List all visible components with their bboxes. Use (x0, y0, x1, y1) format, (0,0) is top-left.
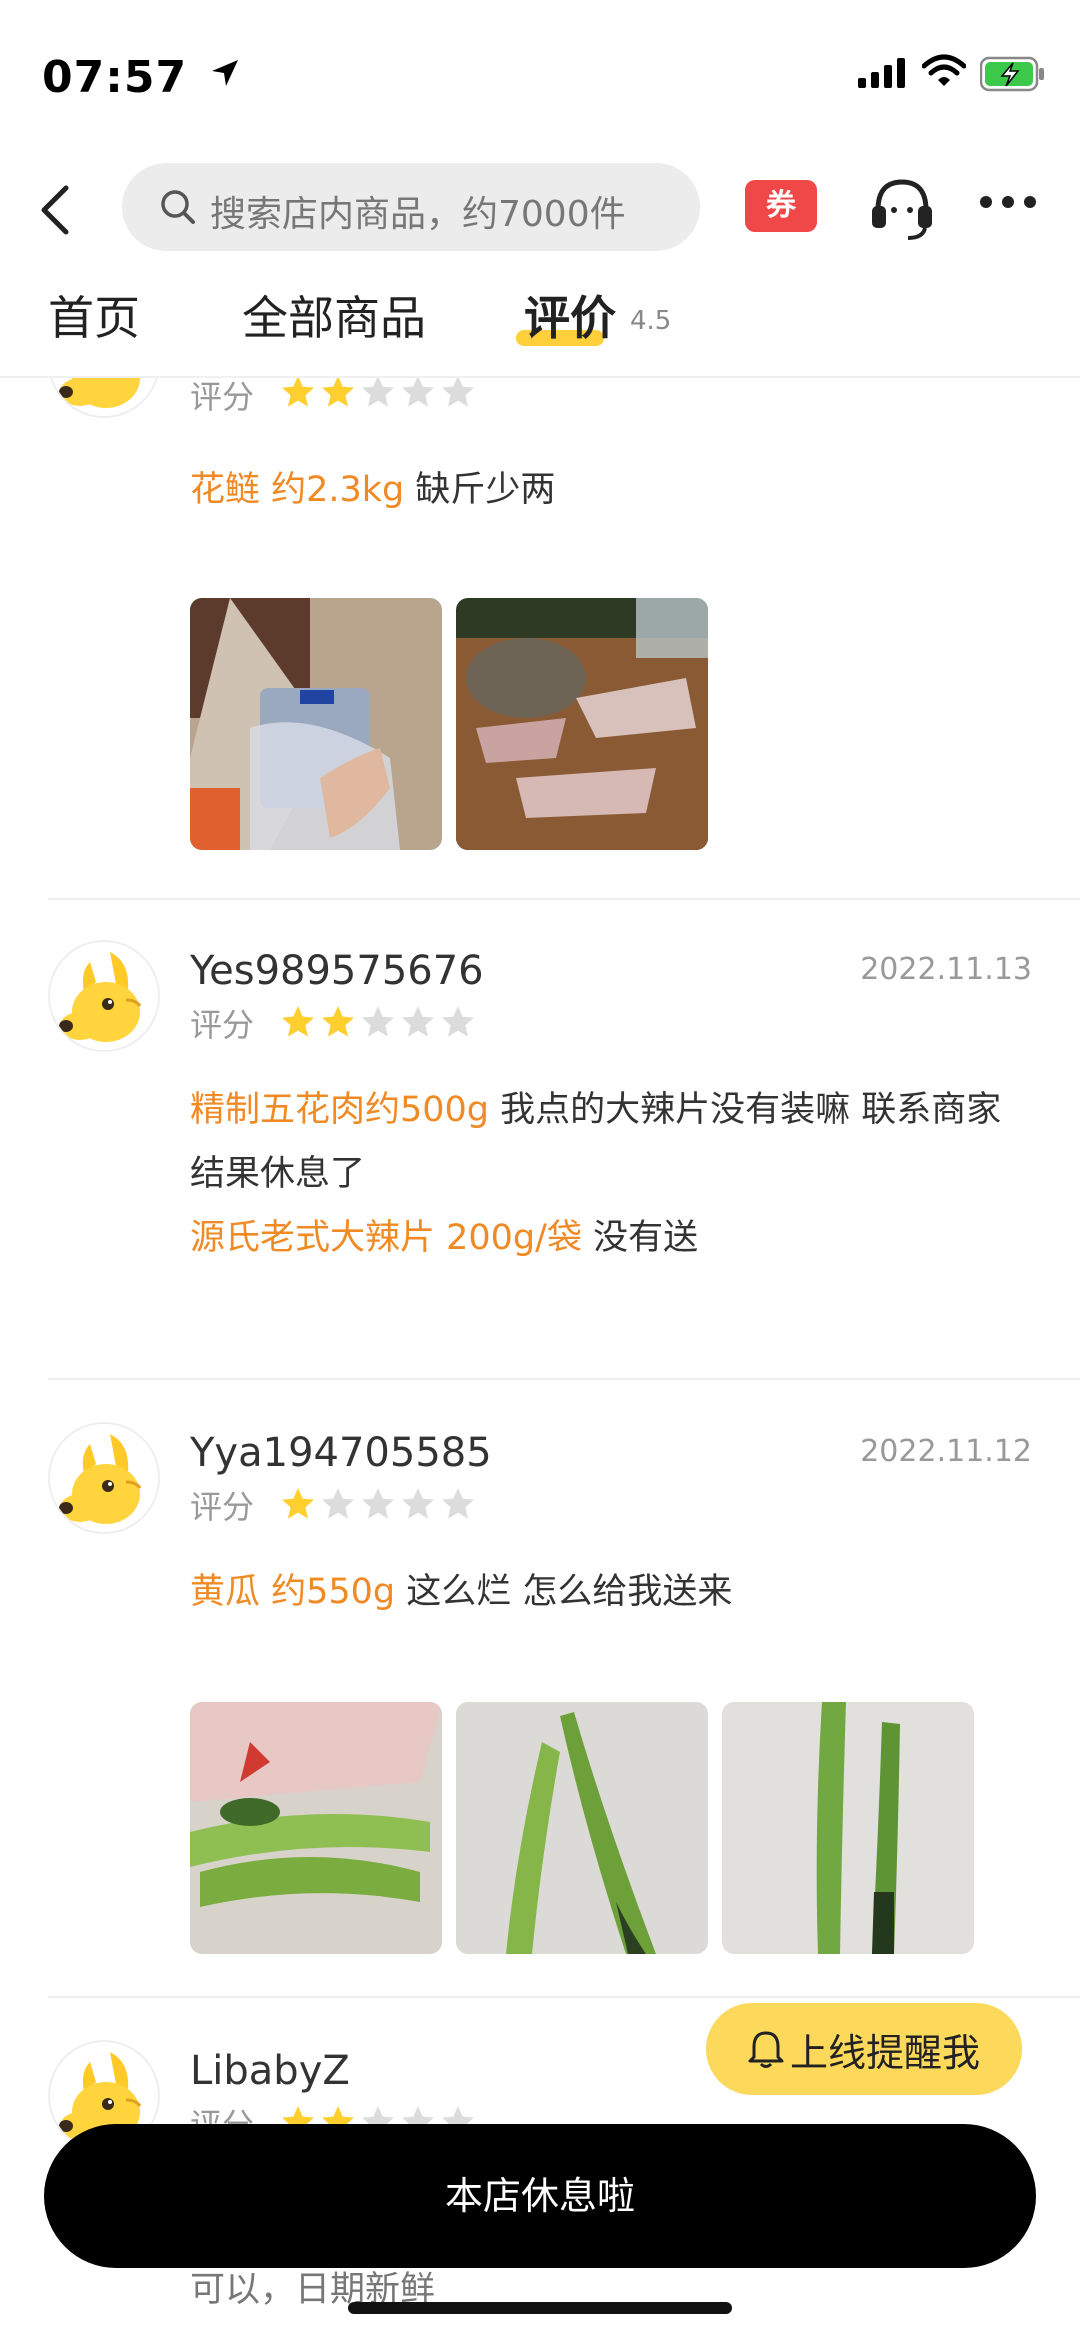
avatar[interactable] (48, 940, 160, 1052)
star-empty-icon (402, 1006, 434, 1037)
star-empty-icon (362, 378, 394, 407)
star-filled-icon (322, 1006, 354, 1037)
search-placeholder: 搜索店内商品，约7000件 (210, 194, 626, 235)
product-tag[interactable]: 精制五花肉约500g (190, 1090, 489, 1130)
star-empty-icon (442, 1488, 474, 1519)
star-rating (280, 378, 476, 410)
star-filled-icon (322, 378, 354, 407)
remind-me-button[interactable]: 上线提醒我 (706, 2003, 1022, 2095)
review-score: 4.5 (630, 306, 672, 336)
star-empty-icon (322, 1488, 354, 1519)
store-closed-bar[interactable]: 本店休息啦 (44, 2124, 1036, 2268)
score-label: 评分 (190, 1006, 255, 1044)
review-divider (48, 898, 1080, 900)
product-tag[interactable]: 源氏老式大辣片 200g/袋 (190, 1218, 582, 1258)
tab-reviews-label: 评价 (524, 291, 616, 345)
username[interactable]: Yya194705585 (190, 1430, 492, 1476)
star-filled-icon (282, 1006, 314, 1037)
username[interactable]: Yes989575676 (190, 948, 484, 994)
location-arrow-icon (212, 60, 238, 86)
tab-bar: 首页 全部商品 评价 4.5 (0, 270, 1080, 378)
review-divider (48, 1996, 1080, 1998)
review-photo-fish[interactable] (456, 598, 708, 850)
coupon-button[interactable]: 券 (745, 180, 817, 232)
review-date: 2022.11.13 (860, 952, 1032, 987)
status-bar: 07:57 (0, 0, 1080, 150)
avatar[interactable] (48, 378, 160, 418)
wifi-icon (922, 54, 966, 86)
star-filled-icon (282, 1488, 314, 1519)
search-icon (161, 190, 195, 224)
review-text: 黄瓜 约550g 这么烂 怎么给我送来 (190, 1572, 733, 1612)
review-divider (48, 1378, 1080, 1380)
product-tag[interactable]: 黄瓜 约550g (190, 1572, 395, 1612)
more-icon[interactable] (978, 194, 1038, 210)
status-time: 07:57 (42, 52, 188, 103)
star-empty-icon (362, 1006, 394, 1037)
star-empty-icon (362, 1488, 394, 1519)
review-photo-cucumber[interactable] (722, 1702, 974, 1954)
star-empty-icon (402, 378, 434, 407)
review-photo-cucumber[interactable] (456, 1702, 708, 1954)
battery-charging-icon (980, 56, 1044, 92)
review-text: 精制五花肉约500g 我点的大辣片没有装嘛 联系商家结果休息了 (190, 1090, 1002, 1194)
username[interactable]: LibabyZ (190, 2048, 350, 2094)
tab-all-products[interactable]: 全部商品 (242, 282, 426, 348)
star-empty-icon (402, 1488, 434, 1519)
product-tag[interactable]: 花鲢 约2.3kg (190, 470, 404, 510)
header-bar: 搜索店内商品，约7000件 券 (0, 150, 1080, 270)
star-empty-icon (442, 378, 474, 407)
review-text: 源氏老式大辣片 200g/袋 没有送 (190, 1218, 699, 1258)
star-filled-icon (282, 378, 314, 407)
tab-reviews[interactable]: 评价 (524, 282, 616, 348)
review-date: 2022.11.12 (860, 1434, 1032, 1469)
score-label: 评分 (190, 1488, 255, 1526)
review-photo-cucumber-bag[interactable] (190, 1702, 442, 1954)
score-label: 评分 (190, 378, 255, 416)
search-input[interactable]: 搜索店内商品，约7000件 (122, 163, 700, 251)
review-text: 花鲢 约2.3kg 缺斤少两 (190, 470, 556, 510)
bell-icon (748, 2031, 784, 2068)
home-indicator[interactable] (348, 2302, 732, 2314)
star-empty-icon (442, 1006, 474, 1037)
review-photo-scale[interactable] (190, 598, 442, 850)
back-icon[interactable] (28, 178, 84, 242)
customer-service-icon[interactable] (868, 176, 936, 242)
star-rating (280, 1004, 476, 1040)
signal-icon (858, 58, 905, 88)
avatar[interactable] (48, 1422, 160, 1534)
star-rating (280, 1486, 476, 1522)
remind-me-label: 上线提醒我 (789, 2030, 980, 2075)
tab-home[interactable]: 首页 (48, 282, 140, 348)
